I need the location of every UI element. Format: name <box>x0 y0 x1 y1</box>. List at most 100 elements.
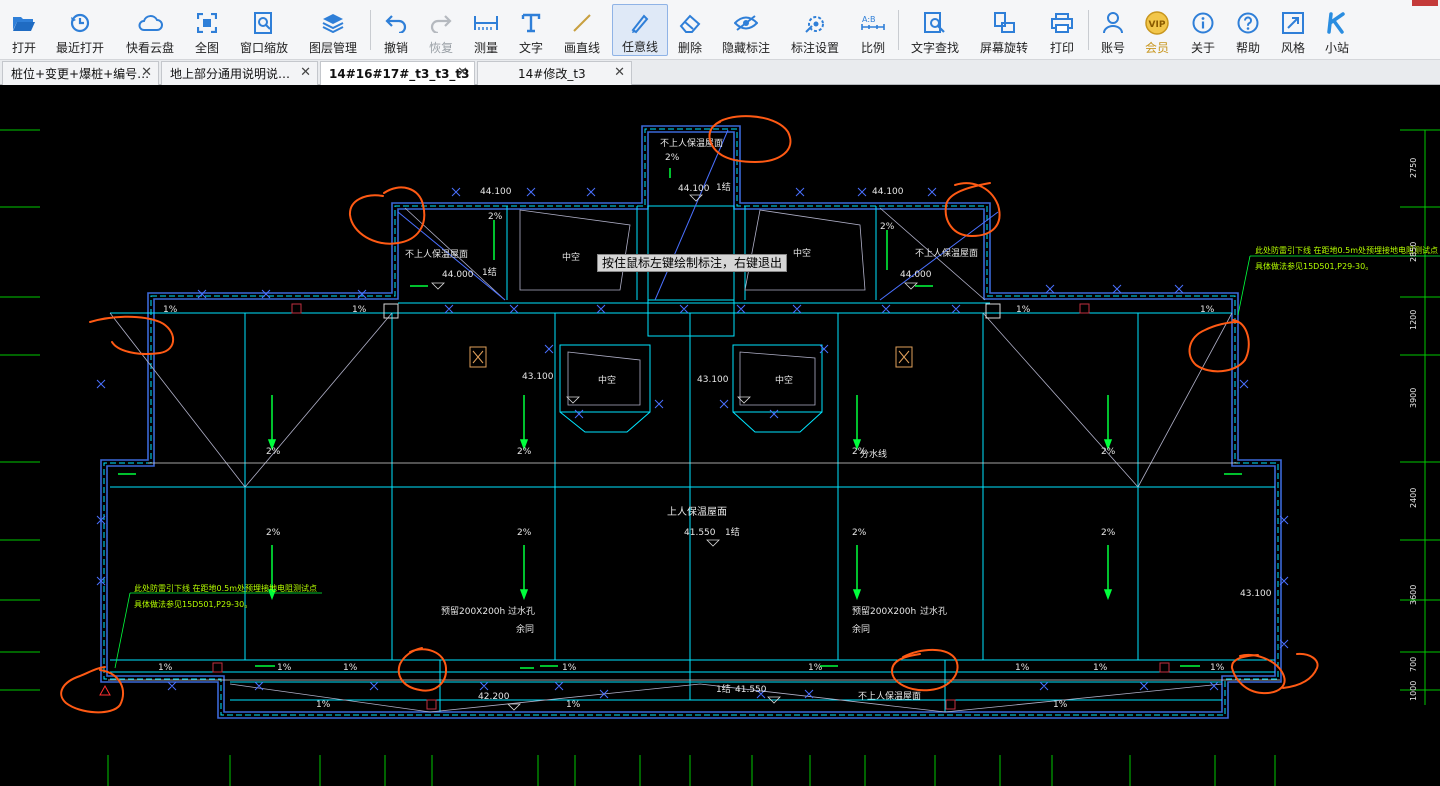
layers-icon <box>320 10 346 36</box>
open-button[interactable]: 打开 <box>6 4 42 56</box>
tab-label: 桩位+变更+爆桩+编号… <box>11 67 150 81</box>
user-icon <box>1100 10 1126 36</box>
label-slope: 1% <box>343 663 358 673</box>
label-slope: 1% <box>277 663 292 673</box>
toolbar-label: 帮助 <box>1235 41 1260 55</box>
label-drain: 过水孔 <box>508 605 535 617</box>
text-search-button[interactable]: 文字查找 <box>906 4 964 56</box>
print-button[interactable]: 打印 <box>1045 4 1079 56</box>
recent-open-button[interactable]: 最近打开 <box>52 4 108 56</box>
ruler-icon <box>473 10 499 36</box>
toolbar-label: 会员 <box>1144 41 1169 55</box>
screen-rotate-button[interactable]: 屏幕旋转 <box>976 4 1032 56</box>
help-button[interactable]: 帮助 <box>1231 4 1265 56</box>
line-icon <box>569 10 595 36</box>
label-drain: 余同 <box>516 623 534 635</box>
vip-badge-icon: VIP <box>1144 10 1170 36</box>
toolbar-label: 画直线 <box>563 41 600 55</box>
about-button[interactable]: 关于 <box>1186 4 1220 56</box>
label-slope: 2% <box>266 447 281 457</box>
folder-open-icon <box>11 10 37 36</box>
measure-button[interactable]: 测量 <box>470 4 502 56</box>
drawing-canvas[interactable]: 不上人保温屋面 不上人保温屋面 不上人保温屋面 不上人保温屋面 上人保温屋面 中… <box>0 85 1440 786</box>
warning-triangle-icon <box>99 684 111 696</box>
freehand-line-button[interactable]: 任意线 <box>612 4 668 56</box>
label-elevation: 41.550 <box>735 685 767 695</box>
scale-button[interactable]: A:B 比例 <box>856 4 890 56</box>
dimension-value: 2750 <box>1409 158 1418 178</box>
label-elevation: 43.100 <box>522 372 554 382</box>
account-button[interactable]: 账号 <box>1096 4 1130 56</box>
note-lightning-left: 此处防雷引下线 在距地0.5m处预埋接地电阻测试点 <box>134 583 317 593</box>
label-tag: 1结 <box>482 266 497 278</box>
leader-lines <box>114 255 1440 669</box>
close-window-icon[interactable] <box>1412 0 1438 6</box>
eraser-icon <box>677 10 703 36</box>
dimension-value: 1000 <box>1409 681 1418 701</box>
label-void: 中空 <box>562 251 580 263</box>
fit-screen-icon <box>194 10 220 36</box>
label-drain: 预留200X200h <box>852 605 916 617</box>
label-slope: 2% <box>517 528 532 538</box>
toolbar-divider <box>898 10 899 50</box>
tab-close-icon[interactable]: ✕ <box>614 65 625 80</box>
label-tag: 1结 <box>716 683 731 695</box>
svg-text:A:B: A:B <box>862 15 876 24</box>
style-button[interactable]: 风格 <box>1276 4 1310 56</box>
label-elevation: 42.200 <box>478 692 510 702</box>
find-text-icon <box>922 10 948 36</box>
label-roof-no-access: 不上人保温屋面 <box>858 690 921 702</box>
tab-label: 14#16#17#_t3_t3_t3 <box>329 66 470 81</box>
redo-icon <box>428 10 454 36</box>
toolbar-label: 打开 <box>11 41 36 55</box>
label-slope: 2% <box>665 153 680 163</box>
fit-all-button[interactable]: 全图 <box>190 4 224 56</box>
vip-member-button[interactable]: VIP 会员 <box>1140 4 1174 56</box>
toolbar-label: 撤销 <box>383 41 408 55</box>
label-slope: 2% <box>852 528 867 538</box>
printer-icon <box>1049 10 1075 36</box>
label-elevation: 44.100 <box>678 184 710 194</box>
undo-button[interactable]: 撤销 <box>380 4 412 56</box>
layer-manager-button[interactable]: 图层管理 <box>304 4 362 56</box>
tab-document-4[interactable]: 14#修改_t3 ✕ <box>477 61 632 85</box>
text-button[interactable]: 文字 <box>515 4 547 56</box>
label-drain: 过水孔 <box>920 605 947 617</box>
dimension-value: 3900 <box>1409 388 1418 408</box>
window-controls[interactable] <box>1330 0 1440 8</box>
delete-button[interactable]: 删除 <box>674 4 706 56</box>
toolbar-label: 测量 <box>473 41 498 55</box>
toolbar-label: 小站 <box>1324 41 1349 55</box>
label-slope: 1% <box>1015 663 1030 673</box>
label-elevation: 43.100 <box>697 375 729 385</box>
label-elevation: 41.550 <box>684 528 716 538</box>
tab-close-icon[interactable]: ✕ <box>457 65 468 80</box>
hide-annotation-button[interactable]: 隐藏标注 <box>718 4 774 56</box>
redo-button[interactable]: 恢复 <box>425 4 457 56</box>
note-lightning-left: 具体做法参见15D501,P29-30。 <box>134 599 252 609</box>
label-slope: 1% <box>1053 700 1068 710</box>
tab-document-1[interactable]: 桩位+变更+爆桩+编号… ✕ <box>2 61 159 85</box>
tab-close-icon[interactable]: ✕ <box>141 65 152 80</box>
cloud-icon <box>137 10 163 36</box>
dimension-value: 3600 <box>1409 585 1418 605</box>
label-slope: 1% <box>566 700 581 710</box>
annotation-settings-button[interactable]: 标注设置 <box>786 4 844 56</box>
tab-close-icon[interactable]: ✕ <box>300 65 311 80</box>
tab-document-2[interactable]: 地上部分通用说明说… ✕ <box>161 61 318 85</box>
label-slope: 2% <box>266 528 281 538</box>
note-lightning-right: 具体做法参见15D501,P29-30。 <box>1255 261 1373 271</box>
label-roof-access: 上人保温屋面 <box>667 505 727 518</box>
label-slope: 2% <box>517 447 532 457</box>
cursor-tooltip: 按住鼠标左键绘制标注，右键退出 <box>597 254 788 272</box>
window-zoom-button[interactable]: 窗口缩放 <box>236 4 292 56</box>
label-slope: 1% <box>352 305 367 315</box>
k-logo-icon <box>1324 10 1350 36</box>
tab-document-3[interactable]: 14#16#17#_t3_t3_t3 ✕ <box>320 61 475 85</box>
label-slope: 1% <box>1093 663 1108 673</box>
toolbar-label: 全图 <box>194 41 219 55</box>
draw-line-button[interactable]: 画直线 <box>560 4 604 56</box>
site-button[interactable]: 小站 <box>1320 4 1354 56</box>
label-slope: 2% <box>488 212 503 222</box>
cloud-disk-button[interactable]: 快看云盘 <box>121 4 179 56</box>
